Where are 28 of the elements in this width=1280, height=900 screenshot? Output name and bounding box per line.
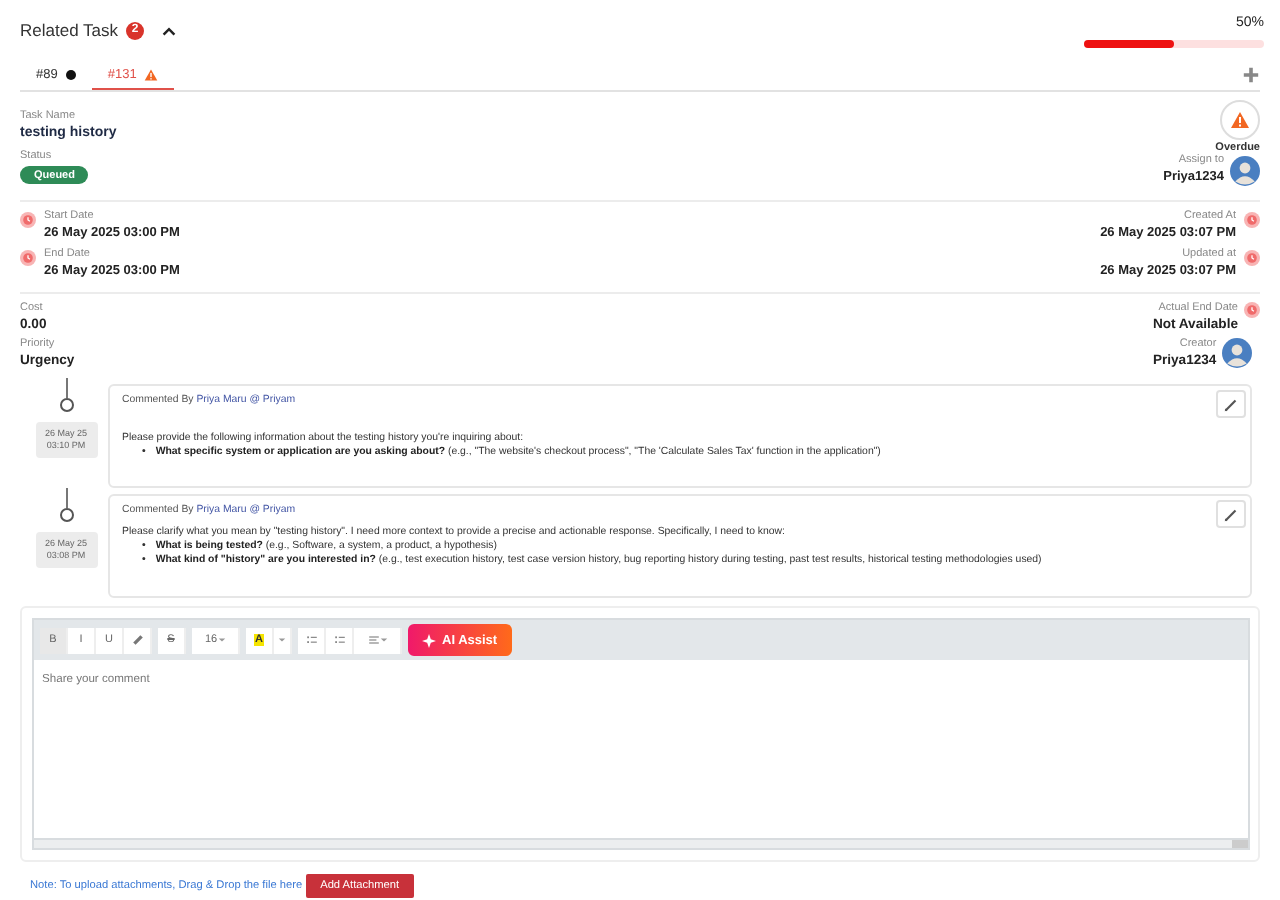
caret-icon <box>278 636 286 644</box>
eraser-icon <box>131 634 143 646</box>
scrollbar[interactable] <box>32 838 1250 850</box>
clock-icon <box>1244 212 1260 228</box>
clock-icon <box>1244 250 1260 266</box>
list-icon <box>333 634 345 646</box>
warning-icon <box>144 67 159 81</box>
warning-icon <box>1230 110 1250 130</box>
sparkle-icon <box>422 633 436 647</box>
clock-icon <box>20 250 36 266</box>
align-icon <box>367 634 379 646</box>
edit-button[interactable] <box>1216 390 1246 418</box>
avatar-icon <box>1230 155 1260 185</box>
dot-icon <box>65 69 76 79</box>
timeline-node <box>59 508 73 522</box>
list-icon <box>305 634 317 646</box>
plus-icon[interactable] <box>1242 66 1260 84</box>
edit-icon <box>1222 395 1240 413</box>
caret-icon <box>379 636 387 644</box>
section-title: Related Task <box>20 20 118 40</box>
caret-icon <box>217 636 226 644</box>
timeline-node <box>59 398 73 412</box>
clock-icon <box>1244 302 1260 318</box>
edit-icon <box>1222 505 1240 523</box>
bullet-list-button[interactable] <box>298 627 326 653</box>
avatar-icon <box>1222 338 1253 368</box>
edit-button[interactable] <box>1216 500 1246 528</box>
clock-icon <box>20 212 36 228</box>
